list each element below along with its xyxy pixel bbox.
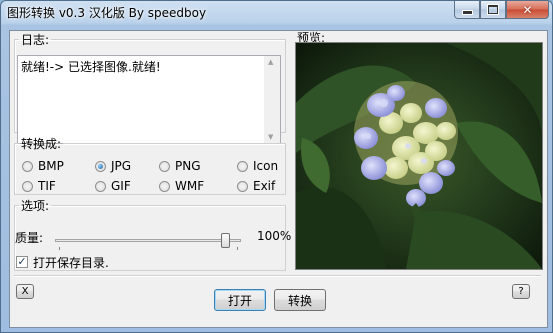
open-button[interactable]: 打开 [214,289,266,311]
convert-button-label: 转换 [287,293,312,308]
quality-value: 100% [257,229,292,243]
close-small-button[interactable]: X [16,284,34,299]
close-icon: ✕ [522,2,533,17]
radio-exif-label: Exif [253,179,276,193]
minimize-icon [461,10,473,15]
close-small-icon: X [21,286,29,297]
app-window: 图形转换 v0.3 汉化版 By speedboy ✕ 日志: 就绪!-> 已选… [0,0,553,333]
minimize-button[interactable] [454,1,480,19]
radio-png[interactable]: PNG [159,159,201,173]
scroll-up-icon[interactable]: ▲ [268,58,273,66]
options-group: 选项: 质量: 100% ✓ 打开保存目录. [14,197,291,271]
radio-gif[interactable]: GIF [95,179,131,193]
radio-jpg-label: JPG [111,159,132,173]
radio-tif[interactable]: TIF [22,179,56,193]
radio-jpg[interactable]: JPG [95,159,131,173]
radio-icon-label: Icon [253,159,279,173]
close-button[interactable]: ✕ [506,1,549,19]
slider-tick [237,247,238,250]
preview-image [295,42,543,270]
convert-group: 转换成: BMP JPG PNG Icon TIF GIF WMF Exif [14,135,286,195]
radio-bmp[interactable]: BMP [22,159,64,173]
radio-gif-dot[interactable] [95,180,106,192]
convert-legend: 转换成: [21,137,62,151]
radio-exif-dot[interactable] [237,180,248,192]
title-bar[interactable]: 图形转换 v0.3 汉化版 By speedboy ✕ [1,1,552,23]
radio-icon-dot[interactable] [237,160,248,172]
maximize-button[interactable] [480,1,506,19]
radio-bmp-dot[interactable] [22,160,33,172]
log-textarea[interactable]: 就绪!-> 已选择图像.就绪! ▲ ▼ [17,55,281,144]
help-icon: ? [518,286,524,297]
caption-buttons: ✕ [454,1,549,20]
log-group: 日志: 就绪!-> 已选择图像.就绪! ▲ ▼ [14,31,286,144]
radio-wmf-dot[interactable] [159,180,170,192]
open-button-label: 打开 [227,293,252,308]
quality-slider-thumb[interactable] [221,233,230,248]
hydrangea-photo [296,43,542,269]
slider-tick [59,247,60,250]
radio-gif-label: GIF [111,179,131,193]
client-area: 日志: 就绪!-> 已选择图像.就绪! ▲ ▼ 转换成: BMP JPG PNG [9,30,548,328]
radio-tif-label: TIF [38,179,56,193]
checkmark-icon: ✓ [17,255,27,268]
separator [14,275,541,277]
maximize-icon [488,5,498,14]
radio-jpg-dot[interactable] [95,160,106,172]
quality-slider-track[interactable] [55,239,241,242]
open-dir-label: 打开保存目录. [33,256,109,270]
radio-icon[interactable]: Icon [237,159,278,173]
radio-bmp-label: BMP [38,159,64,173]
open-dir-checkbox[interactable]: ✓ [16,256,28,268]
radio-exif[interactable]: Exif [237,179,275,193]
window-title: 图形转换 v0.3 汉化版 By speedboy [7,6,207,20]
radio-wmf-label: WMF [175,179,205,193]
log-legend: 日志: [21,33,50,47]
quality-label: 质量: [15,231,44,245]
radio-tif-dot[interactable] [22,180,33,192]
radio-png-dot[interactable] [159,160,170,172]
options-legend: 选项: [21,199,50,213]
log-text: 就绪!-> 已选择图像.就绪! [21,60,161,74]
log-scrollbar[interactable]: ▲ ▼ [264,56,280,143]
convert-button[interactable]: 转换 [274,289,326,311]
radio-wmf[interactable]: WMF [159,179,204,193]
help-button[interactable]: ? [512,284,530,299]
radio-png-label: PNG [175,159,201,173]
